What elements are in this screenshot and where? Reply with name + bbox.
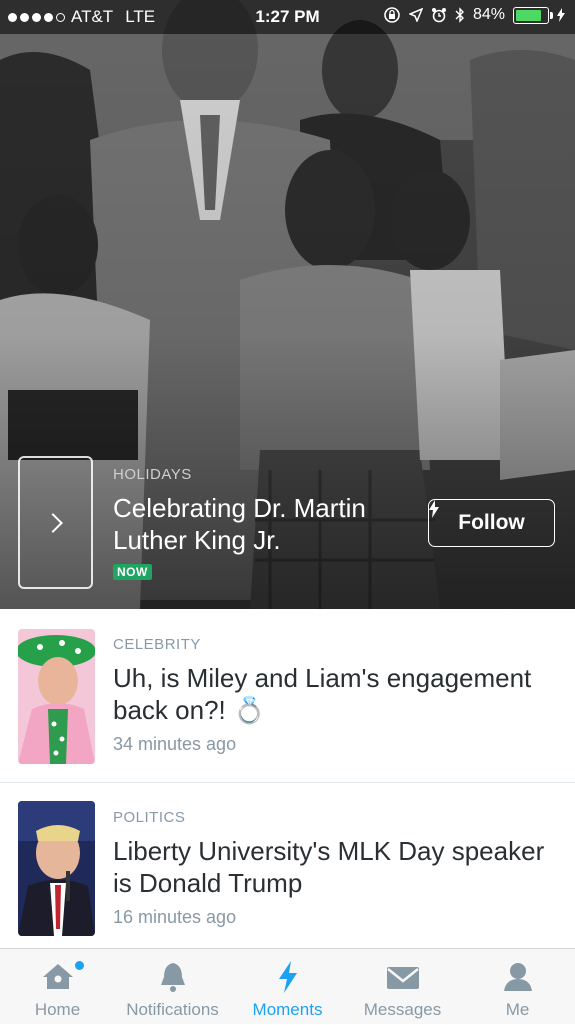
alarm-icon <box>431 8 446 23</box>
battery-icon <box>513 6 553 24</box>
charging-icon <box>557 8 565 22</box>
tab-label: Moments <box>252 1000 323 1019</box>
notification-dot <box>75 961 84 970</box>
list-item[interactable]: CELEBRITY Uh, is Miley and Liam's engage… <box>0 609 575 782</box>
envelope-icon <box>386 967 419 989</box>
tab-label: Messages <box>363 1000 442 1019</box>
tab-label: Me <box>505 1000 530 1019</box>
rotation-lock-icon <box>384 7 400 23</box>
now-badge: NOW <box>113 564 152 580</box>
battery-percent: 84% <box>472 6 505 23</box>
status-bar: AT&T LTE 1:27 PM 84% <box>0 0 575 34</box>
location-icon <box>408 8 423 22</box>
tab-me[interactable]: Me <box>460 949 575 1025</box>
home-icon <box>42 964 73 989</box>
lightning-icon <box>278 961 297 993</box>
tab-moments[interactable]: Moments <box>230 949 345 1025</box>
item-timestamp: 16 minutes ago <box>113 907 237 927</box>
tab-label: Notifications <box>126 1000 219 1019</box>
item-timestamp: 34 minutes ago <box>113 734 237 754</box>
moment-open-button[interactable] <box>18 456 93 589</box>
tab-home[interactable]: Home <box>0 949 115 1025</box>
bell-icon <box>160 963 185 992</box>
tab-notifications[interactable]: Notifications <box>115 949 230 1025</box>
lightning-icon <box>429 500 439 518</box>
follow-label: Follow <box>458 511 525 534</box>
bluetooth-icon <box>455 7 464 23</box>
item-category: CELEBRITY <box>113 636 201 653</box>
list-item[interactable]: POLITICS Liberty University's MLK Day sp… <box>0 783 575 948</box>
item-category: POLITICS <box>113 809 186 826</box>
moment-thumbnail <box>18 629 95 764</box>
item-title: Liberty University's MLK Day speaker is … <box>113 836 545 898</box>
hero-category: HOLIDAYS <box>113 466 192 483</box>
tab-bar: Home Notifications Moments Messages Me <box>0 948 575 1024</box>
chevron-right-icon <box>43 512 63 533</box>
moment-hero[interactable]: HOLIDAYS Celebrating Dr. Martin Luther K… <box>0 0 575 609</box>
moment-thumbnail <box>18 801 95 936</box>
hero-title[interactable]: Celebrating Dr. Martin Luther King Jr. <box>113 492 413 556</box>
tab-label: Home <box>34 1000 81 1019</box>
follow-button[interactable]: Follow <box>428 499 555 547</box>
person-icon <box>503 963 532 991</box>
item-title: Uh, is Miley and Liam's engagement back … <box>113 663 532 725</box>
tab-messages[interactable]: Messages <box>345 949 460 1025</box>
